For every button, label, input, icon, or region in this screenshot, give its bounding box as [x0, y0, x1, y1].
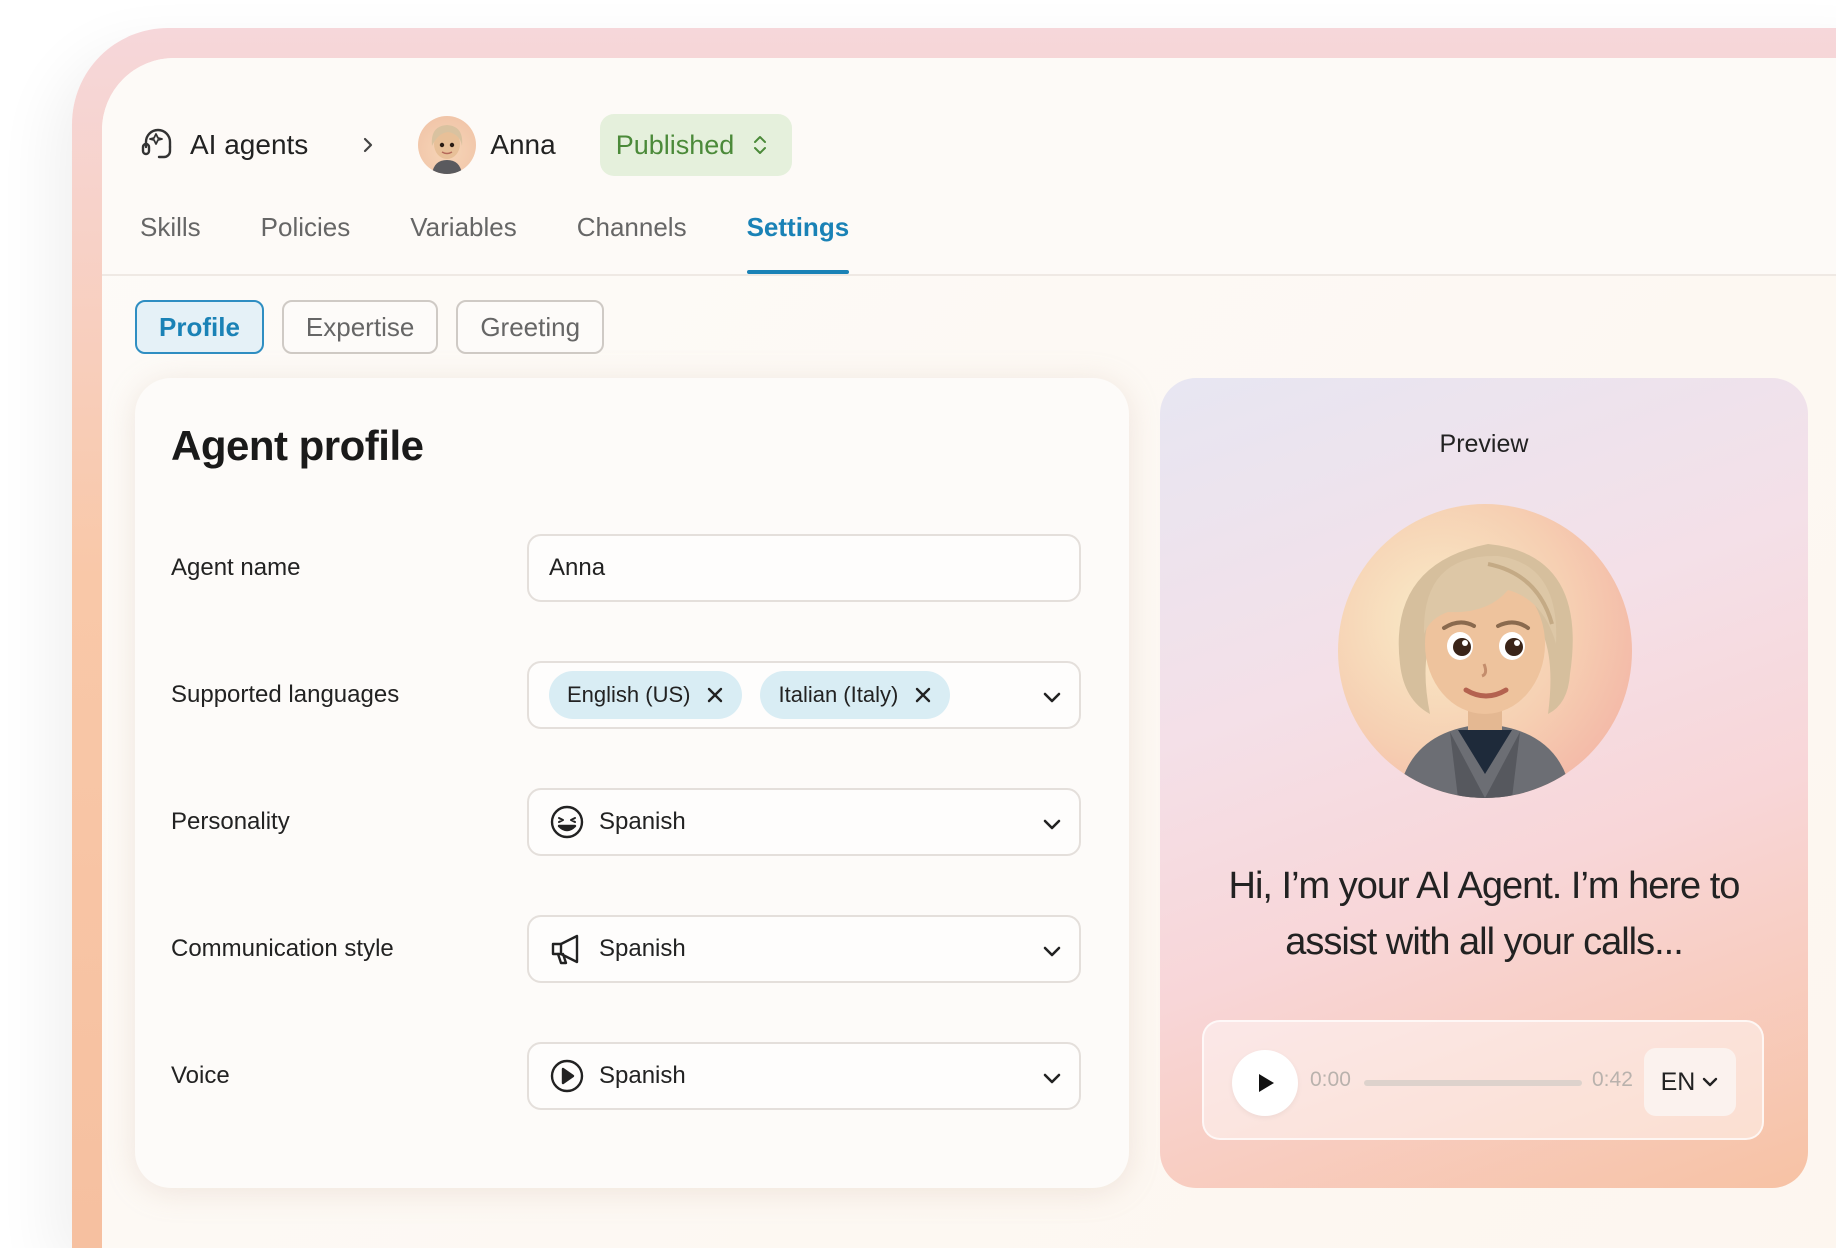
play-circle-icon	[550, 1059, 584, 1093]
card-title: Agent profile	[171, 422, 424, 469]
communication-value: Spanish	[599, 935, 686, 962]
breadcrumb: AI agents Anna Published	[140, 114, 793, 176]
status-label: Published	[615, 129, 735, 160]
preview-title: Preview	[1439, 430, 1529, 458]
agent-avatar-large	[1338, 504, 1632, 798]
duration: 0:42	[1592, 1068, 1633, 1091]
agent-name-label: Agent name	[171, 554, 301, 581]
personality-select[interactable]: Spanish	[527, 788, 1081, 856]
play-icon	[1259, 1074, 1274, 1092]
language-chip-label: Italian (Italy)	[778, 682, 899, 707]
chevron-down-icon	[1043, 1073, 1061, 1084]
language-select[interactable]: EN	[1644, 1048, 1736, 1116]
tab-channels[interactable]: Channels	[577, 208, 687, 274]
personality-label: Personality	[171, 808, 290, 835]
languages-label: Supported languages	[171, 681, 400, 708]
personality-row: Personality Spanish	[171, 788, 1081, 856]
chevron-right-icon	[364, 137, 373, 153]
voice-label: Voice	[171, 1062, 230, 1089]
agent-name-input[interactable]: Anna	[527, 534, 1081, 602]
voice-row: Voice Spanish	[171, 1042, 1081, 1110]
play-button[interactable]	[1232, 1050, 1298, 1116]
agent-name-value: Anna	[549, 554, 606, 581]
tab-variables[interactable]: Variables	[410, 208, 516, 274]
agent-avatar-small	[418, 116, 477, 174]
communication-label: Communication style	[171, 935, 394, 962]
progress-track[interactable]	[1364, 1080, 1582, 1086]
main-tabs: Skills Policies Variables Channels Setti…	[140, 208, 909, 274]
voice-select[interactable]: Spanish	[527, 1042, 1081, 1110]
agent-profile-card: Agent profile Agent name Anna Supported …	[135, 378, 1129, 1188]
remove-italian-icon[interactable]	[914, 686, 932, 704]
app-header: AI agents Anna Published Skills Policies…	[102, 58, 1836, 276]
preview-panel: Preview Hi, I’m your AI Agent. I’m here …	[1160, 378, 1808, 1188]
breadcrumb-agent-name: Anna	[490, 129, 556, 160]
tab-skills[interactable]: Skills	[140, 208, 201, 274]
preview-greeting-text: Hi, I’m your AI Agent. I’m here to assis…	[1228, 865, 1741, 963]
audio-player: 0:00 0:42 EN	[1202, 1020, 1764, 1140]
headset-icon	[141, 128, 172, 159]
remove-english-icon[interactable]	[706, 686, 724, 704]
app-window: AI agents Anna Published Skills Policies…	[102, 58, 1836, 1248]
agent-name-row: Agent name Anna	[171, 534, 1081, 602]
voice-value: Spanish	[599, 1062, 686, 1089]
breadcrumb-root-link[interactable]: AI agents	[190, 129, 308, 161]
language-chip: English (US)	[549, 671, 743, 719]
language-chip: Italian (Italy)	[760, 671, 951, 719]
communication-select[interactable]: Spanish	[527, 915, 1081, 983]
subtab-profile[interactable]: Profile	[135, 300, 264, 354]
chevron-down-icon	[1043, 819, 1061, 830]
smile-icon	[550, 805, 584, 839]
communication-row: Communication style Spanish	[171, 915, 1081, 983]
language-chip-label: English (US)	[567, 682, 691, 707]
settings-subtabs: Profile Expertise Greeting	[135, 300, 622, 354]
subtab-expertise[interactable]: Expertise	[281, 300, 439, 354]
languages-row: Supported languages English (US) Italian…	[171, 661, 1081, 729]
device-frame: AI agents Anna Published Skills Policies…	[72, 28, 1836, 1248]
chevron-down-icon[interactable]	[1039, 684, 1065, 710]
tab-policies[interactable]: Policies	[261, 208, 351, 274]
language-label: EN	[1660, 1067, 1696, 1096]
chevron-down-icon	[1043, 946, 1061, 957]
personality-value: Spanish	[599, 808, 686, 835]
current-time: 0:00	[1310, 1068, 1351, 1091]
languages-multiselect[interactable]: English (US) Italian (Italy)	[527, 661, 1081, 729]
subtab-greeting[interactable]: Greeting	[456, 300, 605, 354]
megaphone-icon	[551, 934, 579, 965]
tab-settings[interactable]: Settings	[746, 208, 849, 274]
updown-chevron-icon	[754, 136, 767, 154]
status-dropdown[interactable]: Published	[599, 114, 793, 176]
chevron-down-icon	[1703, 1077, 1718, 1087]
